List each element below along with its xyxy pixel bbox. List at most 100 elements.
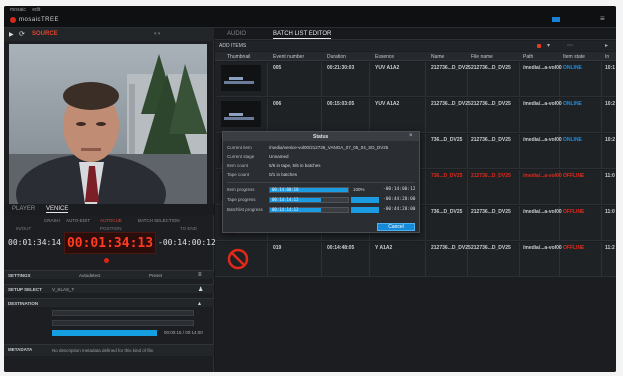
row-thumbnail[interactable]	[221, 101, 261, 127]
col-duration[interactable]: Duration	[327, 54, 346, 60]
collapse-icon[interactable]: ▸	[605, 42, 608, 49]
cell-file: 212736...D_DV25	[471, 209, 511, 215]
column-divider	[321, 242, 322, 277]
metadata-label: METADATA	[8, 347, 33, 352]
column-divider	[425, 134, 426, 169]
tab-audio[interactable]: AUDIO	[227, 31, 246, 37]
current-item-label: Current item	[227, 145, 252, 150]
timecode-in: 00:01:34:14	[8, 238, 61, 247]
cue-auto-edit[interactable]: AUTO-EDIT	[66, 218, 90, 223]
cell-path: /media/...a-vol00	[523, 209, 562, 215]
tab-batch-list-editor[interactable]: BATCH LIST EDITOR	[273, 31, 332, 39]
label-in: IN/OUT	[16, 226, 32, 231]
metadata-message: No description metadata defined for this…	[52, 348, 155, 353]
app-title: mosaicTREE	[19, 17, 60, 23]
column-divider	[425, 206, 426, 241]
status-dialog-titlebar[interactable]: Status ×	[223, 132, 419, 141]
menu-item-mosaic[interactable]: mosaic	[10, 7, 26, 13]
column-divider	[467, 206, 468, 241]
cell-state: OFFLINE	[563, 245, 585, 251]
cell-name: 736...D_DV25	[431, 173, 463, 179]
tape-progress-bar-secondary	[351, 197, 379, 203]
item-progress-label: Item progress	[227, 187, 255, 192]
window-menu-icon[interactable]: ≡	[600, 14, 605, 23]
cue-batch-selection[interactable]: BATCH SELECTION	[138, 218, 180, 223]
batchlist-progress-text: 00:14:14:12	[272, 207, 299, 212]
col-thumbnail[interactable]: Thumbnail	[227, 54, 250, 60]
column-divider	[369, 242, 370, 277]
record-batch-icon[interactable]	[537, 44, 541, 48]
options-icon[interactable]: ⋯	[567, 42, 573, 49]
menu-item-edit[interactable]: edit	[32, 7, 40, 13]
cell-essence: YUV A1A2	[375, 101, 400, 107]
settings-preset-select[interactable]: Preset	[149, 273, 162, 278]
column-divider	[601, 98, 602, 133]
destination-path-field[interactable]	[52, 310, 194, 316]
record-indicator-icon	[104, 258, 109, 263]
video-frame	[9, 44, 207, 204]
cell-in: 11:0	[605, 173, 615, 179]
destination-name-field[interactable]	[52, 320, 194, 326]
cell-name: 212736...D_DV25	[431, 101, 471, 107]
column-divider	[369, 98, 370, 133]
setup-select-value[interactable]: V_KLAS_T	[52, 287, 74, 292]
add-items-button[interactable]: ADD ITEMS	[219, 43, 246, 49]
destination-expand-icon[interactable]: ▴	[198, 300, 201, 307]
cell-event: 019	[273, 245, 282, 251]
close-icon[interactable]: ×	[409, 133, 413, 139]
cell-state: OFFLINE	[563, 209, 585, 215]
column-divider	[467, 134, 468, 169]
cell-duration: 00:21:30:03	[327, 65, 355, 71]
item-count-label: Item count	[227, 163, 249, 168]
player-panel: ▶ ⟳ SOURCE ▾ ▾ PLAYER VENICE CRASH AUTO-…	[4, 28, 216, 372]
cell-in: 11:0	[605, 209, 615, 215]
column-divider	[425, 242, 426, 277]
cell-file: 212736...D_DV25	[471, 65, 511, 71]
table-row[interactable]: 005 00:21:30:03 YUV A1A2 212736...D_DV25 212…	[215, 62, 616, 97]
column-divider	[425, 62, 426, 97]
cue-autocue[interactable]: AUTOCUE	[100, 218, 122, 223]
destination-progress-bar	[52, 330, 158, 336]
loop-icon[interactable]: ⟳	[19, 30, 25, 38]
col-event-number[interactable]: Event number	[273, 54, 304, 60]
settings-menu-icon[interactable]: ≡	[198, 272, 202, 278]
column-divider	[519, 98, 520, 133]
col-essence[interactable]: Essence	[375, 54, 394, 60]
cue-options: CRASH AUTO-EDIT AUTOCUE BATCH SELECTION	[4, 216, 214, 225]
column-divider	[601, 170, 602, 205]
batchlist-progress-label: Batchlist progress	[227, 207, 263, 212]
table-row[interactable]: 019 00:14:48:05 Y A1A2 212736...D_DV25 21273…	[215, 242, 616, 277]
col-path[interactable]: Path	[523, 54, 533, 60]
col-file-name[interactable]: File name	[471, 54, 493, 60]
col-in[interactable]: In	[605, 54, 609, 60]
cancel-button[interactable]: Cancel	[377, 223, 415, 231]
column-divider	[519, 62, 520, 97]
filter-icon[interactable]: ▾	[547, 42, 550, 49]
setup-select-row: SETUP SELECT V_KLAS_T ♟	[4, 284, 214, 293]
tab-player[interactable]: PLAYER	[12, 206, 35, 212]
item-progress-time: -00:14:00:12	[383, 187, 416, 192]
column-divider	[369, 62, 370, 97]
setup-user-icon[interactable]: ♟	[198, 286, 203, 293]
source-label[interactable]: SOURCE	[32, 31, 58, 37]
column-divider	[601, 134, 602, 169]
cell-state: ONLINE	[563, 137, 582, 143]
source-options-icon[interactable]: ▾ ▾	[154, 31, 160, 37]
cue-crash[interactable]: CRASH	[44, 218, 60, 223]
table-row[interactable]: 006 00:15:03:05 YUV A1A2 212736...D_DV25 212…	[215, 98, 616, 133]
tab-venice[interactable]: VENICE	[46, 206, 69, 213]
col-name[interactable]: Name	[431, 54, 444, 60]
cell-name: 736...D_DV25	[431, 209, 463, 215]
video-preview[interactable]	[9, 44, 207, 204]
play-icon[interactable]: ▶	[9, 31, 14, 38]
status-indicator	[552, 17, 560, 22]
timecode-remaining: -00:14:00:12	[158, 238, 216, 247]
settings-autodetect-select[interactable]: Autodetect	[79, 273, 101, 278]
column-divider	[519, 134, 520, 169]
column-divider	[425, 98, 426, 133]
row-thumbnail[interactable]	[221, 65, 261, 91]
column-divider	[267, 98, 268, 133]
current-stage-value: Unnamed	[269, 154, 289, 159]
col-item-state[interactable]: Item state	[563, 54, 585, 60]
column-divider	[519, 242, 520, 277]
